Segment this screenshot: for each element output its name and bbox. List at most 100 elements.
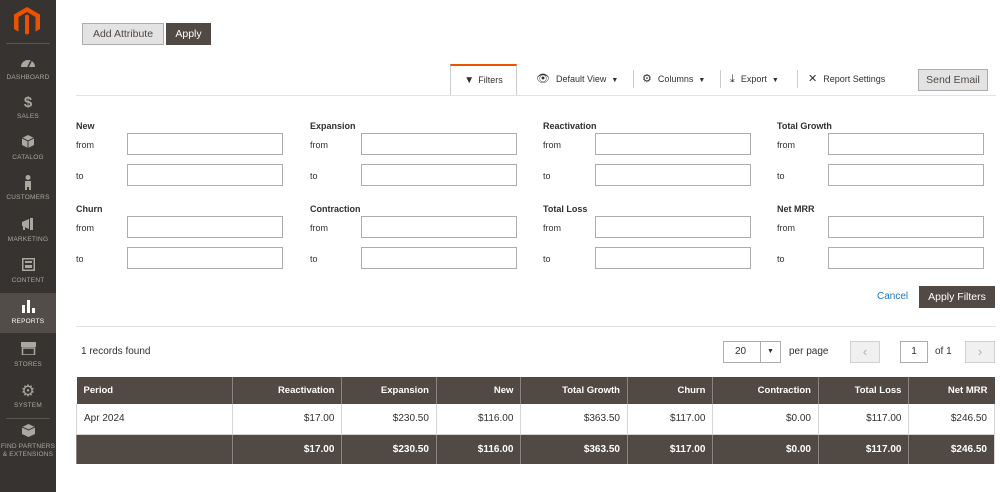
- to-label: to: [543, 254, 551, 264]
- column-header-contraction[interactable]: Contraction: [712, 377, 819, 404]
- chevron-left-icon: ‹: [862, 344, 868, 359]
- total-loss-to-input[interactable]: [595, 247, 751, 269]
- from-label: from: [76, 223, 94, 233]
- column-header-reactivation[interactable]: Reactivation: [231, 377, 342, 404]
- sidebar-item-system[interactable]: ⚙ SYSTEM: [0, 383, 56, 411]
- sidebar-item-dashboard[interactable]: DASHBOARD: [0, 55, 56, 83]
- bar-chart-icon: [0, 299, 56, 317]
- to-label: to: [543, 171, 551, 181]
- from-label: from: [543, 140, 561, 150]
- main-content: Add Attribute Apply ▼ Filters 👁 Default Vi…: [56, 0, 1000, 492]
- to-label: to: [310, 254, 318, 264]
- prev-page-button[interactable]: ‹: [850, 341, 880, 363]
- chevron-right-icon: ›: [977, 344, 983, 359]
- to-label: to: [76, 171, 84, 181]
- toolbar-divider: [76, 95, 996, 96]
- table-cell: Apr 2024: [76, 404, 233, 435]
- column-header-total-growth[interactable]: Total Growth: [520, 377, 628, 404]
- table-cell: $117.00: [817, 404, 909, 435]
- filter-label-expansion: Expansion: [310, 121, 356, 131]
- table-cell: $363.50: [520, 404, 628, 435]
- sidebar-item-find-partners[interactable]: FIND PARTNERS & EXTENSIONS: [0, 424, 56, 462]
- total-loss-from-input[interactable]: [595, 216, 751, 238]
- sidebar-item-stores[interactable]: STORES: [0, 342, 56, 370]
- column-header-period[interactable]: Period: [76, 377, 233, 404]
- tab-filters[interactable]: ▼ Filters: [450, 64, 517, 96]
- default-view-dropdown[interactable]: 👁 Default View ▼: [536, 72, 618, 88]
- table-cell: $116.00: [435, 404, 521, 435]
- sidebar-item-reports[interactable]: REPORTS: [0, 293, 56, 333]
- to-label: to: [777, 254, 785, 264]
- totals-cell: $363.50: [520, 434, 628, 464]
- records-found-text: 1 records found: [81, 346, 151, 357]
- reactivation-from-input[interactable]: [595, 133, 751, 155]
- contraction-from-input[interactable]: [361, 216, 517, 238]
- toolbar-separator: [633, 70, 634, 88]
- box-icon: [0, 424, 56, 442]
- filter-label-net-mrr: Net MRR: [777, 204, 815, 214]
- totals-cell: [76, 434, 233, 464]
- caret-down-icon: ▼: [611, 77, 619, 84]
- caret-down-icon: ▼: [698, 77, 706, 84]
- per-page-select[interactable]: 20 ▼: [723, 341, 781, 363]
- dollar-icon: $: [23, 94, 33, 111]
- table-cell: $0.00: [712, 404, 819, 435]
- column-header-churn[interactable]: Churn: [626, 377, 713, 404]
- filter-label-churn: Churn: [76, 204, 103, 214]
- expansion-from-input[interactable]: [361, 133, 517, 155]
- sidebar-item-sales[interactable]: $ SALES: [0, 94, 56, 122]
- magento-logo-icon[interactable]: [13, 6, 41, 36]
- apply-filters-button[interactable]: Apply Filters: [919, 286, 995, 308]
- apply-button[interactable]: Apply: [166, 23, 211, 45]
- net-mrr-from-input[interactable]: [828, 216, 984, 238]
- page-of-text: of 1: [935, 346, 952, 357]
- sidebar-divider: [6, 43, 50, 44]
- total-growth-from-input[interactable]: [828, 133, 984, 155]
- churn-from-input[interactable]: [127, 216, 283, 238]
- totals-cell: $117.00: [817, 434, 909, 464]
- add-attribute-button[interactable]: Add Attribute: [82, 23, 164, 45]
- report-settings-button[interactable]: ✕ Report Settings: [808, 72, 885, 86]
- from-label: from: [76, 140, 94, 150]
- table-row: Apr 2024 $17.00 $230.50 $116.00 $363.50 …: [76, 404, 995, 435]
- toolbar-separator: [797, 70, 798, 88]
- totals-cell: $0.00: [712, 434, 819, 464]
- cancel-link[interactable]: Cancel: [877, 291, 908, 302]
- column-header-expansion[interactable]: Expansion: [341, 377, 437, 404]
- layout-icon: [0, 258, 56, 276]
- reactivation-to-input[interactable]: [595, 164, 751, 186]
- total-growth-to-input[interactable]: [828, 164, 984, 186]
- column-header-total-loss[interactable]: Total Loss: [817, 377, 909, 404]
- report-grid: Period Reactivation Expansion New Total …: [76, 377, 995, 464]
- filter-funnel-icon: ▼: [464, 75, 475, 86]
- table-cell: $117.00: [626, 404, 713, 435]
- expansion-to-input[interactable]: [361, 164, 517, 186]
- send-email-button[interactable]: Send Email: [918, 69, 988, 91]
- column-header-new[interactable]: New: [435, 377, 521, 404]
- contraction-to-input[interactable]: [361, 247, 517, 269]
- to-label: to: [76, 254, 84, 264]
- totals-row: $17.00 $230.50 $116.00 $363.50 $117.00 $…: [76, 434, 995, 464]
- new-to-input[interactable]: [127, 164, 283, 186]
- caret-down-icon: ▼: [760, 342, 780, 362]
- next-page-button[interactable]: ›: [965, 341, 995, 363]
- to-label: to: [777, 171, 785, 181]
- section-divider: [76, 326, 996, 327]
- from-label: from: [310, 223, 328, 233]
- sidebar-item-customers[interactable]: CUSTOMERS: [0, 175, 56, 203]
- sidebar-item-marketing[interactable]: MARKETING: [0, 217, 56, 245]
- person-icon: [0, 175, 56, 193]
- filter-label-contraction: Contraction: [310, 204, 361, 214]
- filter-label-total-growth: Total Growth: [777, 121, 832, 131]
- column-header-net-mrr[interactable]: Net MRR: [908, 377, 995, 404]
- new-from-input[interactable]: [127, 133, 283, 155]
- page-number-input[interactable]: 1: [900, 341, 928, 363]
- net-mrr-to-input[interactable]: [828, 247, 984, 269]
- sidebar-item-catalog[interactable]: CATALOG: [0, 135, 56, 163]
- sidebar-item-content[interactable]: CONTENT: [0, 258, 56, 286]
- filter-label-reactivation: Reactivation: [543, 121, 597, 131]
- churn-to-input[interactable]: [127, 247, 283, 269]
- columns-dropdown[interactable]: ⚙ Columns ▼: [642, 72, 705, 88]
- export-dropdown[interactable]: ⤓ Export ▼: [730, 72, 779, 88]
- table-cell: $246.50: [908, 404, 995, 435]
